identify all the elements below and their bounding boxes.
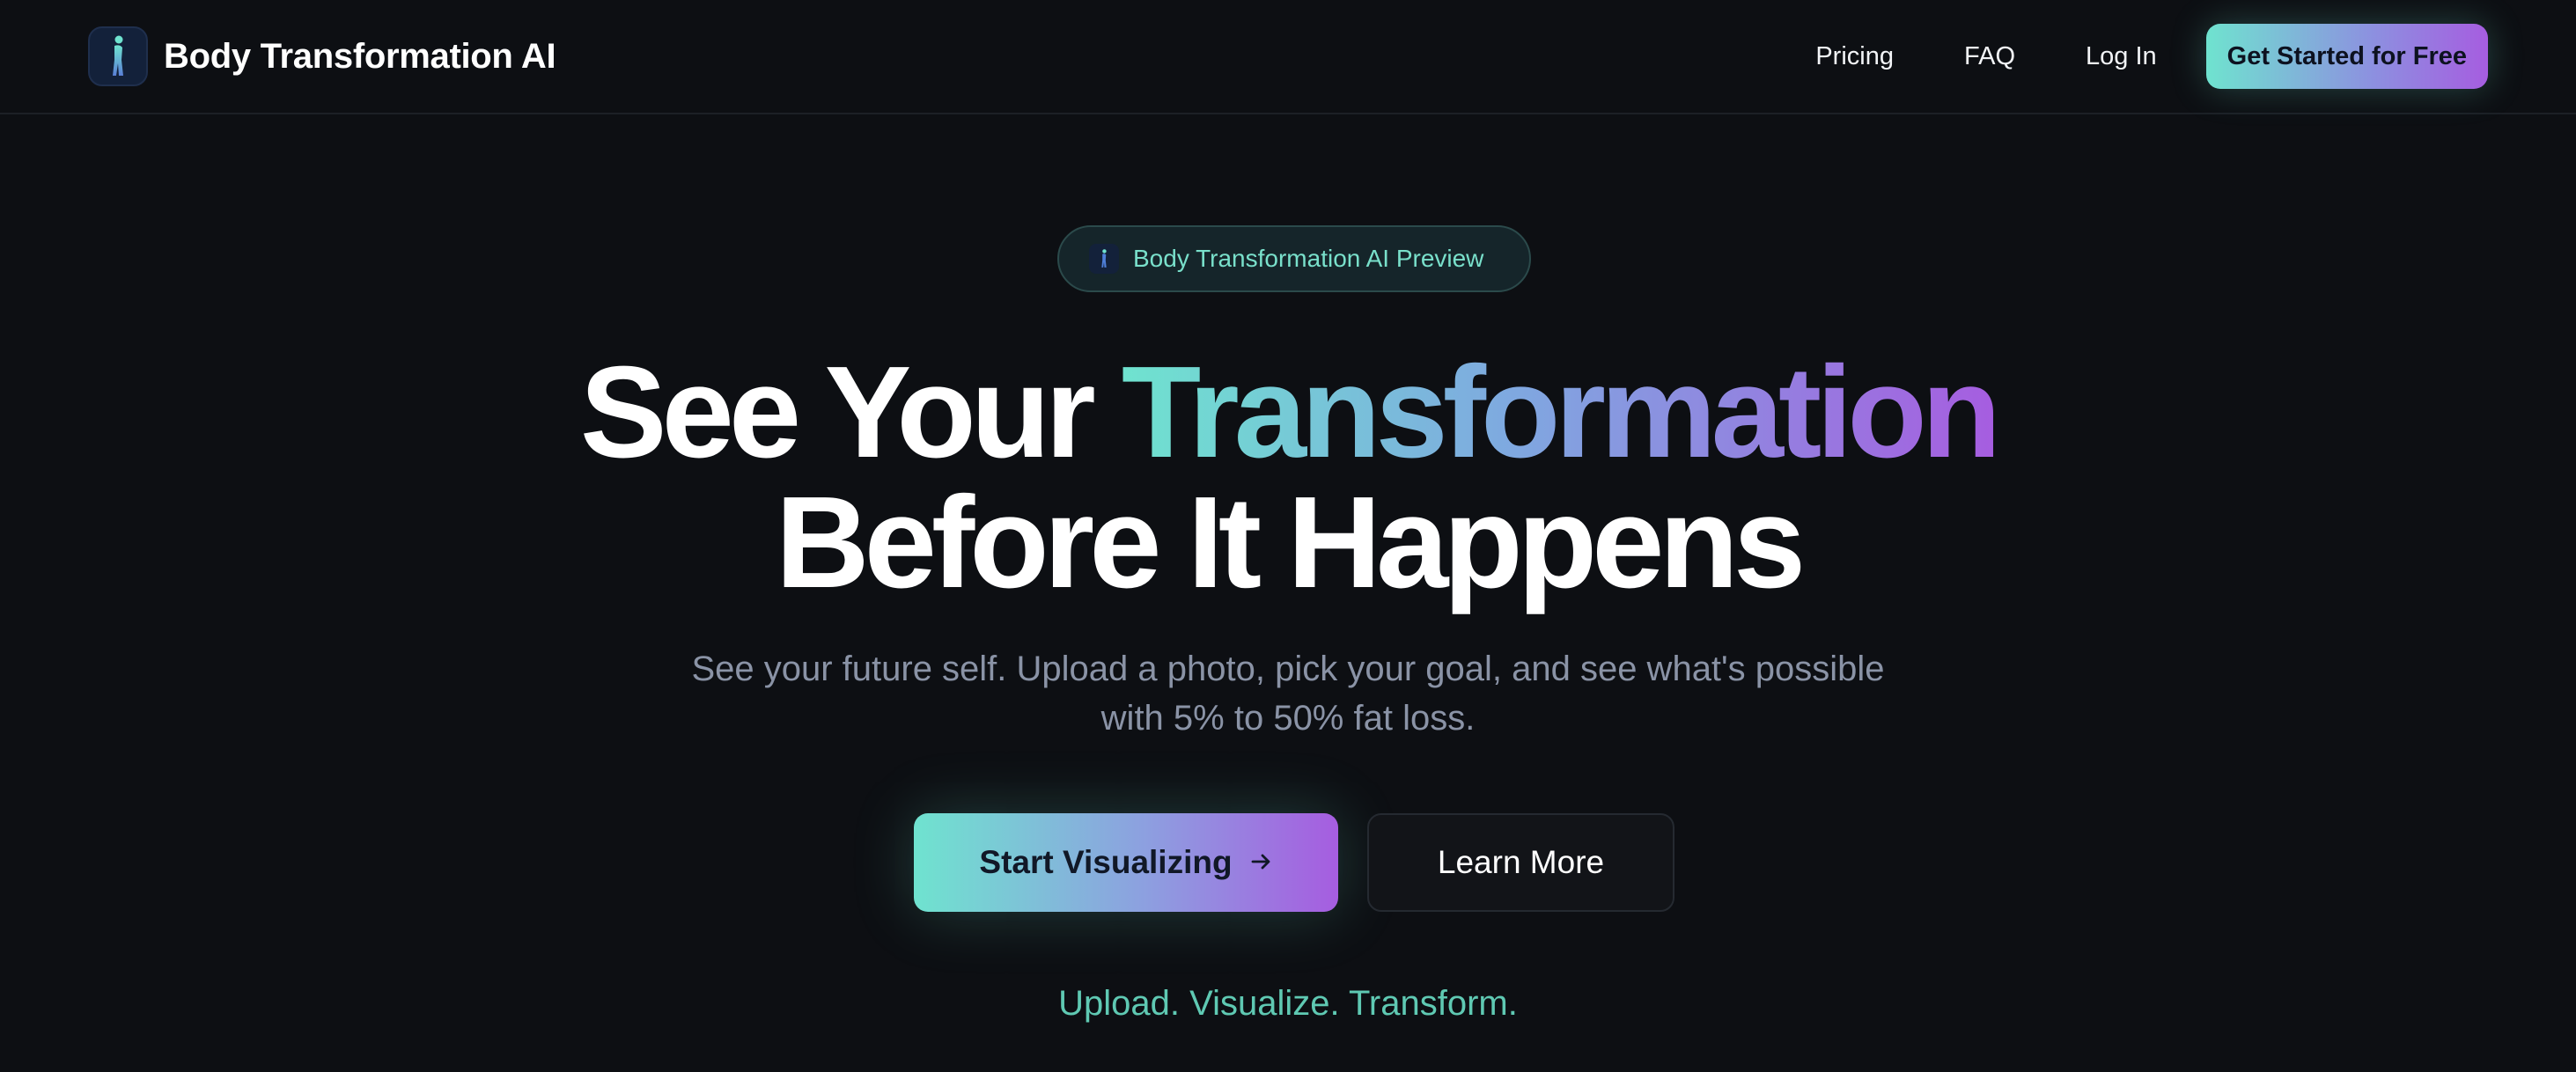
top-navbar: Body Transformation AI Pricing FAQ Log I… (0, 0, 2576, 114)
page: Body Transformation AI Pricing FAQ Log I… (0, 0, 2576, 1072)
preview-badge: Body Transformation AI Preview (1057, 225, 1531, 292)
headline-line-1: See Your Transformation (0, 348, 2576, 478)
subtitle-line-2: with 5% to 50% fat loss. (1100, 699, 1476, 738)
headline-line-2: Before It Happens (775, 470, 1806, 615)
main-nav: Pricing FAQ Log In Get Started for Free (1815, 24, 2488, 89)
headline-part-1: See Your (579, 340, 1122, 485)
brand-title: Body Transformation AI (164, 36, 556, 76)
start-visualizing-label: Start Visualizing (979, 844, 1233, 880)
nav-link-login[interactable]: Log In (2086, 42, 2157, 71)
hero-tagline: Upload. Visualize. Transform. (1058, 984, 1518, 1023)
headline-highlight: Transformation (1121, 340, 2001, 485)
learn-more-button[interactable]: Learn More (1367, 813, 1674, 912)
hero-subtitle: See your future self. Upload a photo, pi… (672, 644, 1904, 743)
subtitle-line-1: See your future self. Upload a photo, pi… (691, 650, 1885, 688)
body-figure-icon (88, 26, 148, 86)
arrow-right-icon (1250, 844, 1273, 881)
brand[interactable]: Body Transformation AI (88, 26, 556, 86)
start-visualizing-button[interactable]: Start Visualizing (914, 813, 1338, 912)
hero-headline: See Your Transformation Before It Happen… (0, 348, 2576, 608)
body-figure-icon (1089, 244, 1119, 274)
nav-link-faq[interactable]: FAQ (1964, 42, 2015, 71)
badge-text: Body Transformation AI Preview (1133, 245, 1484, 272)
nav-link-pricing[interactable]: Pricing (1815, 42, 1894, 71)
get-started-button[interactable]: Get Started for Free (2205, 24, 2488, 89)
